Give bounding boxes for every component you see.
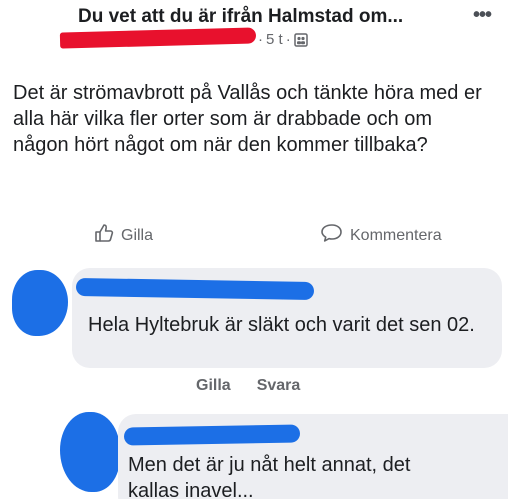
meta-separator: · (258, 31, 263, 48)
comment-1-actions: Gilla Svara (196, 377, 300, 395)
comment-1-avatar-redaction (12, 270, 68, 336)
group-audience-icon (293, 32, 308, 47)
post-body-text: Det är strömavbrott på Vallås och tänkte… (13, 82, 482, 156)
post-header: Du vet att du är ifrån Halmstad om... · … (0, 0, 509, 62)
comment-2-avatar-redaction (60, 412, 120, 492)
thumbs-up-icon (93, 222, 115, 249)
post-meta: · 5 t · (258, 31, 308, 48)
facebook-post-page: Du vet att du är ifrån Halmstad om... · … (0, 0, 509, 499)
more-horizontal-icon[interactable]: ••• (473, 4, 492, 27)
meta-separator-2: · (285, 31, 291, 48)
post-action-bar: Gilla Kommentera (0, 222, 509, 252)
post-timestamp[interactable]: 5 t (266, 31, 283, 48)
comment-1-like-button[interactable]: Gilla (196, 377, 231, 395)
comment-2-bubble: Men det är ju nåt helt annat, det kallas… (118, 414, 508, 499)
comment-1-bubble: Hela Hyltebruk är släkt och varit det se… (72, 268, 502, 368)
comment-button[interactable]: Kommentera (320, 222, 442, 249)
comment-1-text: Hela Hyltebruk är släkt och varit det se… (88, 314, 475, 336)
comment-2-author-redaction (123, 424, 301, 446)
comment-1-author-redaction (75, 277, 315, 301)
group-title[interactable]: Du vet att du är ifrån Halmstad om... (78, 6, 403, 28)
like-label: Gilla (121, 226, 154, 244)
like-button[interactable]: Gilla (93, 222, 153, 249)
comment-2-text: Men det är ju nåt helt annat, det kallas… (128, 454, 411, 499)
comment-label: Kommentera (350, 226, 442, 244)
author-name-redaction (59, 27, 257, 49)
speech-bubble-icon (320, 222, 344, 249)
comment-1-reply-button[interactable]: Svara (257, 377, 301, 395)
